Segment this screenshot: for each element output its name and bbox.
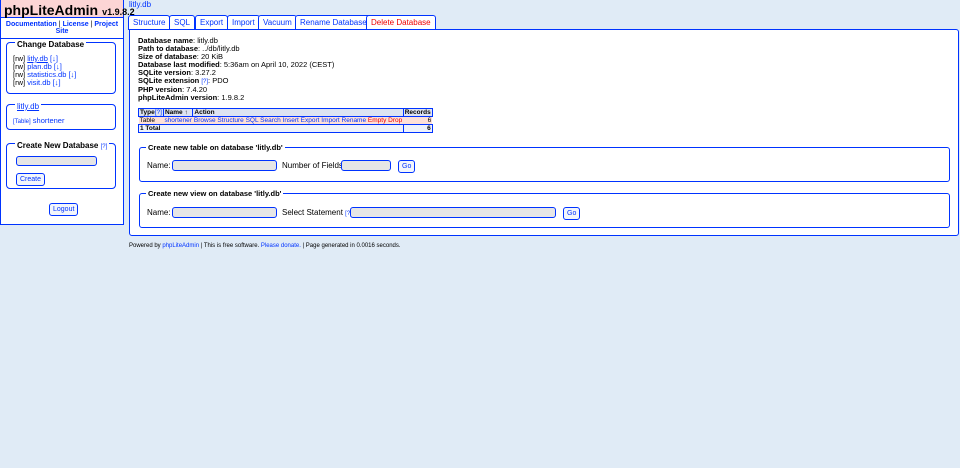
app-name: phpLiteAdmin xyxy=(4,2,99,18)
tab-export[interactable]: Export xyxy=(195,15,229,29)
column-action: Action xyxy=(192,108,404,117)
tab-import[interactable]: Import xyxy=(227,15,260,29)
view-name-label: Name: xyxy=(147,208,171,217)
phpliteadmin-link[interactable]: phpLiteAdmin xyxy=(162,243,199,249)
table-name-link[interactable]: shortener xyxy=(164,117,191,124)
sql-link[interactable]: SQL xyxy=(246,117,259,124)
create-table-legend: Create new table on database 'litly.db' xyxy=(146,143,285,152)
create-database-box: Create New Database [?] Create xyxy=(6,141,116,189)
db-item: [rw] visit.db [↓] xyxy=(13,78,61,87)
create-table-go-button[interactable]: Go xyxy=(398,160,416,173)
create-view-form: Create new view on database 'litly.db' N… xyxy=(139,189,950,228)
create-button[interactable]: Create xyxy=(16,173,46,186)
table-header-row: Type[?] Name ↑ Action Records xyxy=(138,108,433,117)
download-icon[interactable]: [↓] xyxy=(53,78,61,87)
table-name-input[interactable] xyxy=(172,160,277,171)
database-info: Database name: litly.db Path to database… xyxy=(138,37,334,102)
download-icon[interactable]: [↓] xyxy=(68,70,76,79)
info-row: phpLiteAdmin version: 1.9.8.2 xyxy=(138,93,245,102)
table-row: Table shortener Browse Structure SQL Sea… xyxy=(138,116,433,125)
table-total-row: 1 Total 6 xyxy=(138,124,433,133)
total-records: 6 xyxy=(402,124,433,133)
db-link[interactable]: visit.db xyxy=(27,78,50,87)
row-records: 6 xyxy=(403,116,433,125)
help-icon[interactable]: [?] xyxy=(101,144,108,150)
footer: Powered by phpLiteAdmin | This is free s… xyxy=(129,243,401,249)
fields-label: Number of Fields: xyxy=(282,161,346,170)
row-type: Table xyxy=(138,116,164,125)
create-view-legend: Create new view on database 'litly.db' xyxy=(146,189,284,198)
view-name-input[interactable] xyxy=(172,207,277,218)
drop-link[interactable]: Drop xyxy=(388,117,402,124)
import-link[interactable]: Import xyxy=(321,117,339,124)
tab-sql[interactable]: SQL xyxy=(169,15,196,29)
create-view-go-button[interactable]: Go xyxy=(563,207,581,220)
empty-link[interactable]: Empty xyxy=(368,117,386,124)
rename-link[interactable]: Rename xyxy=(342,117,367,124)
fields-input[interactable] xyxy=(341,160,391,171)
app-logo[interactable]: phpLiteAdmin v1.9.8.2 xyxy=(1,0,135,18)
column-name[interactable]: Name ↑ xyxy=(162,108,194,117)
current-database-link[interactable]: litly.db xyxy=(15,102,42,111)
search-link[interactable]: Search xyxy=(260,117,281,124)
sidebar: phpLiteAdmin v1.9.8.2 Documentation | Lic… xyxy=(0,0,135,225)
logout-button[interactable]: Logout xyxy=(49,203,79,216)
select-statement-label: Select Statement [?] xyxy=(282,208,352,217)
structure-link[interactable]: Structure xyxy=(217,117,243,124)
tab-vacuum[interactable]: Vacuum xyxy=(258,15,297,29)
change-database-title: Change Database xyxy=(15,40,87,49)
table-name-label: Name: xyxy=(147,161,171,170)
sidebar-table-link[interactable]: shortener xyxy=(33,116,65,125)
donate-link[interactable]: Please donate. xyxy=(261,243,301,249)
main-panel: Database name: litly.db Path to database… xyxy=(129,29,959,236)
export-link[interactable]: Export xyxy=(301,117,320,124)
help-icon[interactable]: [?] xyxy=(155,109,162,116)
column-records: Records xyxy=(402,108,433,117)
column-type: Type[?] xyxy=(138,108,164,117)
documentation-link[interactable]: Documentation xyxy=(6,21,57,28)
select-statement-input[interactable] xyxy=(350,207,556,218)
row-actions: Browse Structure SQL Search Insert Expor… xyxy=(192,116,404,125)
create-database-title: Create New Database [?] xyxy=(15,141,110,150)
top-links: Documentation | License | Project Site xyxy=(1,18,123,39)
tables-table: Type[?] Name ↑ Action Records Table shor… xyxy=(138,108,433,133)
tab-rename-database[interactable]: Rename Database xyxy=(295,15,372,29)
total-label: 1 Total xyxy=(138,124,404,133)
page-db-title[interactable]: litly.db xyxy=(129,0,151,9)
current-database-box: litly.db [Table] shortener xyxy=(6,102,116,130)
create-table-form: Create new table on database 'litly.db' … xyxy=(139,143,950,182)
tab-delete-database[interactable]: Delete Database xyxy=(366,15,436,29)
new-database-input[interactable] xyxy=(16,156,97,166)
license-link[interactable]: License xyxy=(63,21,89,28)
table-tag: [Table] xyxy=(13,119,31,125)
change-database-box: Change Database [rw] litly.db [↓] [rw] p… xyxy=(6,40,116,94)
insert-link[interactable]: Insert xyxy=(283,117,299,124)
browse-link[interactable]: Browse xyxy=(194,117,216,124)
tab-structure[interactable]: Structure xyxy=(128,15,171,30)
